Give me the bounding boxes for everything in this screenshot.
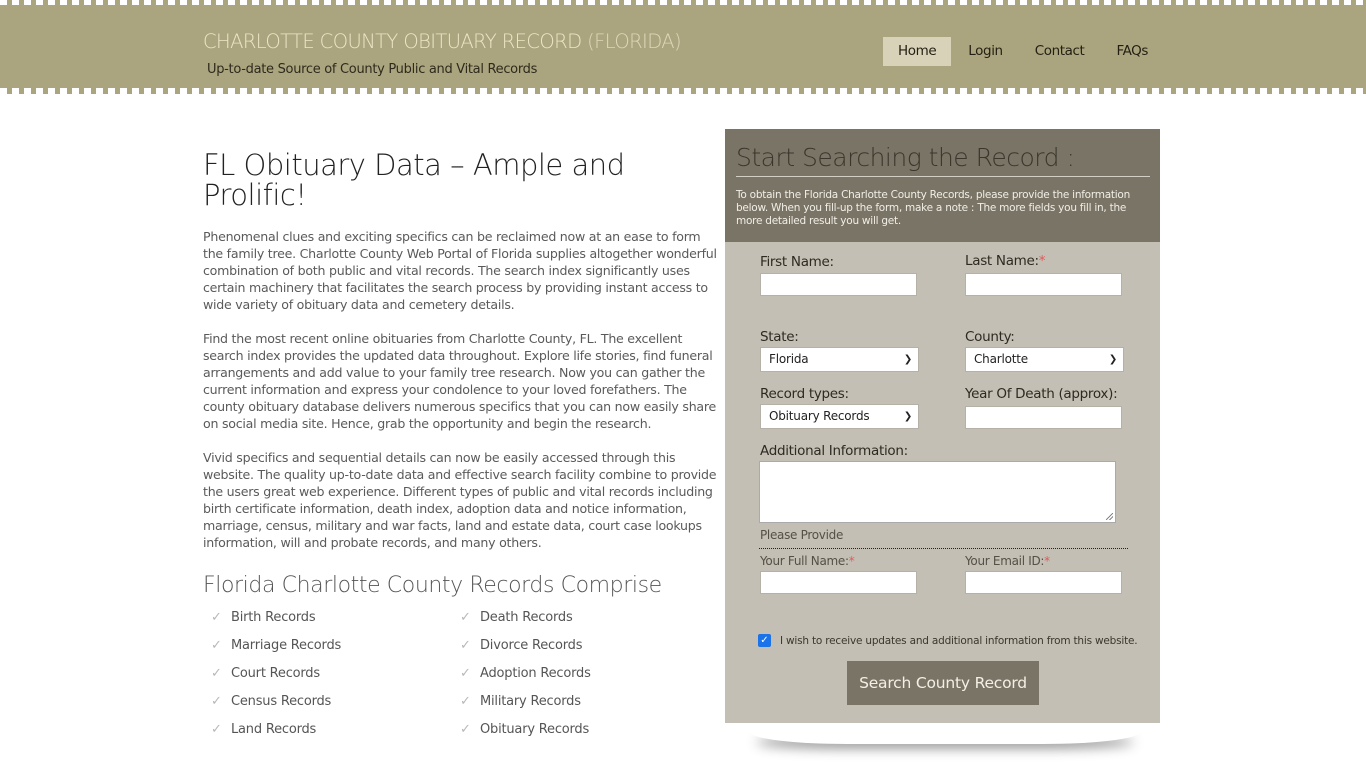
search-county-record-button[interactable]: Search County Record <box>847 661 1039 705</box>
page-title: FL Obituary Data – Ample and Prolific! <box>203 148 625 212</box>
last-name-label: Last Name:* <box>965 253 1046 269</box>
county-label: County: <box>965 329 1015 345</box>
updates-checkbox[interactable]: ✓ <box>758 634 771 647</box>
record-label: Obituary Records <box>480 722 590 737</box>
check-icon: ✓ <box>211 609 222 625</box>
record-type-label: Record types: <box>760 386 849 402</box>
record-label: Military Records <box>480 694 581 709</box>
state-label: State: <box>760 329 799 345</box>
list-item: ✓ Court Records <box>211 664 460 683</box>
additional-info-label: Additional Information: <box>760 443 908 459</box>
additional-info-textarea[interactable] <box>759 461 1116 523</box>
last-name-label-text: Last Name: <box>965 253 1039 269</box>
check-icon: ✓ <box>211 721 222 737</box>
check-icon: ✓ <box>460 721 471 737</box>
record-label: Court Records <box>231 666 320 681</box>
check-icon: ✓ <box>211 665 222 681</box>
site-title-state: (FLORIDA) <box>587 30 682 53</box>
check-icon: ✓ <box>460 637 471 653</box>
check-icon: ✓ <box>460 665 471 681</box>
records-heading: Florida Charlotte County Records Compris… <box>203 573 662 598</box>
first-name-label: First Name: <box>760 254 834 270</box>
nav-faqs[interactable]: FAQs <box>1101 37 1163 66</box>
full-name-input[interactable] <box>760 571 917 594</box>
search-form: Start Searching the Record : To obtain t… <box>725 129 1160 723</box>
check-icon: ✓ <box>211 637 222 653</box>
record-label: Birth Records <box>231 610 316 625</box>
year-of-death-label: Year Of Death (approx): <box>965 386 1118 402</box>
main-content: FL Obituary Data – Ample and Prolific! P… <box>203 150 721 739</box>
check-icon: ✓ <box>211 693 222 709</box>
email-label-text: Your Email ID: <box>965 554 1045 568</box>
site-tagline: Up-to-date Source of County Public and V… <box>207 62 538 77</box>
chevron-down-icon: ❯ <box>903 411 912 422</box>
list-item: ✓ Military Records <box>460 692 709 711</box>
site-header: CHARLOTTE COUNTY OBITUARY RECORD (FLORID… <box>0 0 1366 94</box>
nav-home[interactable]: Home <box>883 37 952 66</box>
first-name-input[interactable] <box>760 273 917 296</box>
form-intro: To obtain the Florida Charlotte County R… <box>736 189 1131 227</box>
record-label: Land Records <box>231 722 317 737</box>
record-type-value: Obituary Records <box>769 409 870 423</box>
records-list: ✓ Birth Records ✓ Death Records ✓ Marriage … <box>203 608 721 739</box>
please-provide-label: Please Provide <box>760 528 844 542</box>
required-mark: * <box>1038 253 1046 269</box>
perforated-edge-top <box>0 0 1366 5</box>
email-input[interactable] <box>965 571 1122 594</box>
email-label: Your Email ID:* <box>965 554 1050 568</box>
list-item: ✓ Census Records <box>211 692 460 711</box>
list-item: ✓ Divorce Records <box>460 636 709 655</box>
check-icon: ✓ <box>460 693 471 709</box>
list-item: ✓ Obituary Records <box>460 720 709 739</box>
list-item: ✓ Adoption Records <box>460 664 709 683</box>
county-select[interactable]: Charlotte ❯ <box>965 347 1124 372</box>
dotted-divider <box>759 548 1128 549</box>
intro-paragraph-1: Phenomenal clues and exciting specifics … <box>203 229 717 312</box>
nav-contact[interactable]: Contact <box>1020 37 1100 66</box>
record-label: Adoption Records <box>480 666 591 681</box>
last-name-input[interactable] <box>965 273 1122 296</box>
form-header: Start Searching the Record : To obtain t… <box>725 129 1160 242</box>
record-label: Divorce Records <box>480 638 583 653</box>
updates-optin: ✓ I wish to receive updates and addition… <box>758 634 1138 647</box>
full-name-label: Your Full Name:* <box>760 554 855 568</box>
perforated-edge-bottom <box>0 88 1366 94</box>
state-select[interactable]: Florida ❯ <box>760 347 919 372</box>
list-item: ✓ Land Records <box>211 720 460 739</box>
state-value: Florida <box>769 352 809 366</box>
list-item: ✓ Marriage Records <box>211 636 460 655</box>
required-mark: * <box>848 554 855 568</box>
record-label: Death Records <box>480 610 573 625</box>
record-label: Marriage Records <box>231 638 342 653</box>
required-mark: * <box>1044 554 1050 568</box>
record-type-select[interactable]: Obituary Records ❯ <box>760 404 919 429</box>
main-nav: Home Login Contact FAQs <box>883 37 1165 66</box>
year-of-death-input[interactable] <box>965 406 1122 429</box>
intro-paragraph-2: Find the most recent online obituaries f… <box>203 331 717 431</box>
check-icon: ✓ <box>460 609 471 625</box>
full-name-label-text: Your Full Name: <box>760 554 849 568</box>
site-title[interactable]: CHARLOTTE COUNTY OBITUARY RECORD (FLORID… <box>203 30 682 53</box>
resize-grip-icon[interactable] <box>1106 513 1113 520</box>
intro-paragraph-3: Vivid specifics and sequential details c… <box>203 450 717 550</box>
list-item: ✓ Birth Records <box>211 608 460 627</box>
list-item: ✓ Death Records <box>460 608 709 627</box>
record-label: Census Records <box>231 694 332 709</box>
form-shadow <box>750 720 1140 744</box>
first-name-label-text: First Name: <box>760 254 834 270</box>
chevron-down-icon: ❯ <box>1108 354 1117 365</box>
form-title: Start Searching the Record : <box>736 143 1150 177</box>
nav-login[interactable]: Login <box>953 37 1017 66</box>
updates-optin-label: I wish to receive updates and additional… <box>780 634 1138 647</box>
site-title-main: CHARLOTTE COUNTY OBITUARY RECORD <box>203 30 582 53</box>
county-value: Charlotte <box>974 352 1028 366</box>
chevron-down-icon: ❯ <box>903 354 912 365</box>
